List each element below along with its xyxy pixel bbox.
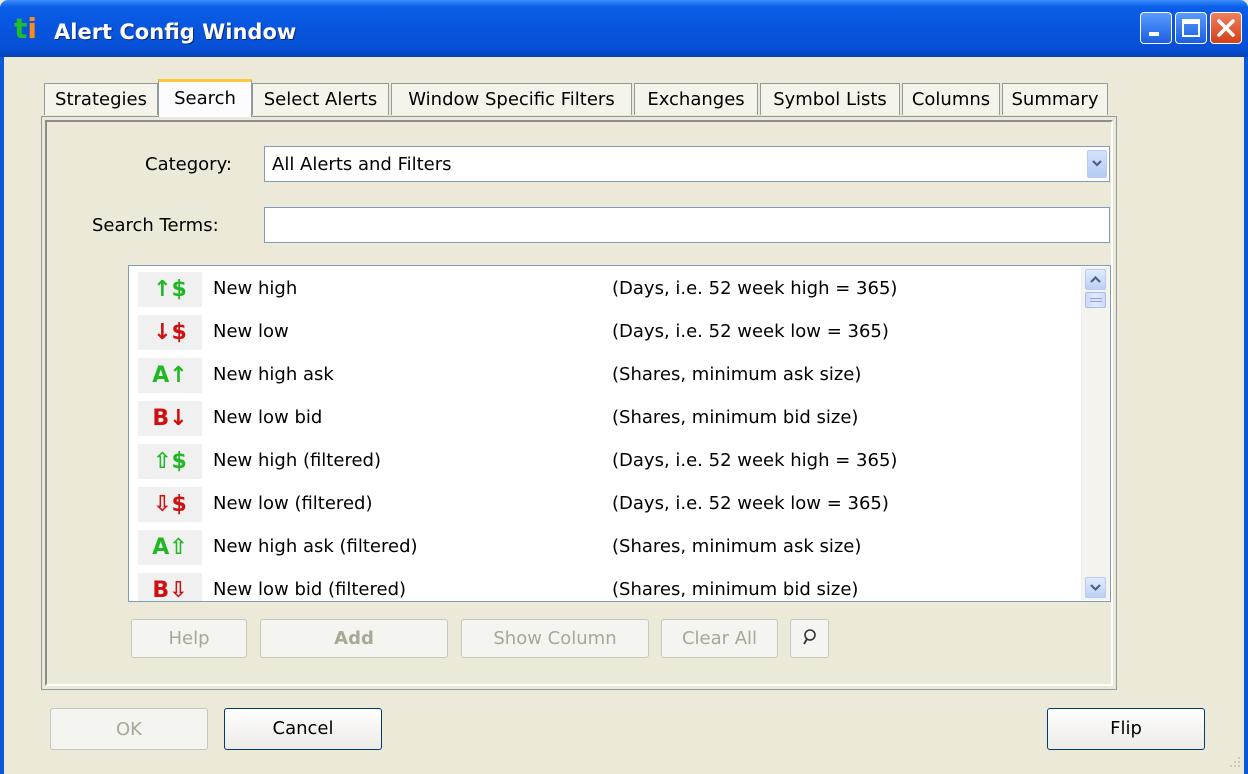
chevron-down-icon [1090,584,1101,592]
new-low-bid-filtered-icon: B⇩ [152,578,188,602]
scroll-up-button[interactable] [1085,269,1106,290]
maximize-icon [1182,19,1200,37]
alert-name: New low bid (filtered) [213,579,407,600]
new-low-icon: ↓$ [153,320,187,345]
alert-description: (Shares, minimum bid size) [612,407,859,428]
alert-description: (Shares, minimum bid size) [612,579,859,600]
alert-name: New high ask (filtered) [213,536,418,557]
alert-description: (Shares, minimum ask size) [612,364,862,385]
clear-all-button[interactable]: Clear All [661,619,778,658]
search-button[interactable] [790,619,829,658]
tab-symbol-lists[interactable]: Symbol Lists [760,83,900,115]
category-value: All Alerts and Filters [272,154,452,175]
close-icon [1217,19,1235,37]
alert-list[interactable]: ↑$ New high (Days, i.e. 52 week high = 3… [128,265,1111,602]
new-high-filtered-icon: ⇧$ [153,449,187,474]
alert-description: (Days, i.e. 52 week high = 365) [612,450,898,471]
list-item[interactable]: A⇧ New high ask (filtered) (Shares, mini… [129,526,1079,569]
new-high-ask-filtered-icon: A⇧ [152,535,188,560]
alert-name: New low [213,321,289,342]
list-item[interactable]: ⇧$ New high (filtered) (Days, i.e. 52 we… [129,440,1079,483]
minimize-icon [1149,32,1159,36]
alert-name: New high [213,278,298,299]
alert-icon: A↑ [138,358,202,393]
tab-select-alerts[interactable]: Select Alerts [252,83,389,115]
alert-config-window: ti Alert Config Window Strategies Search… [0,0,1248,774]
tab-exchanges[interactable]: Exchanges [634,83,758,115]
list-item[interactable]: ↓$ New low (Days, i.e. 52 week low = 365… [129,311,1079,354]
alert-description: (Days, i.e. 52 week low = 365) [612,493,889,514]
ok-button[interactable]: OK [50,708,208,750]
search-terms-label: Search Terms: [92,215,219,236]
alert-name: New high ask [213,364,334,385]
alert-icon: ⇧$ [138,444,202,479]
alert-name: New low (filtered) [213,493,373,514]
alert-description: (Days, i.e. 52 week low = 365) [612,321,889,342]
scroll-thumb[interactable] [1085,292,1106,308]
minimize-button[interactable] [1140,12,1172,44]
tab-search[interactable]: Search [158,79,252,117]
list-item[interactable]: A↑ New high ask (Shares, minimum ask siz… [129,354,1079,397]
window-title: Alert Config Window [54,20,297,44]
alert-icon: ↓$ [138,315,202,350]
search-terms-input[interactable] [264,207,1110,243]
flip-button[interactable]: Flip [1047,708,1205,750]
alert-name: New high (filtered) [213,450,381,471]
new-low-bid-icon: B↓ [152,406,188,431]
alert-icon: B⇩ [138,573,202,602]
window-frame-left [0,57,4,774]
cancel-button[interactable]: Cancel [224,708,382,750]
category-label: Category: [145,154,232,175]
alert-icon: ↑$ [138,272,202,307]
chevron-up-icon [1090,275,1101,283]
scroll-down-button[interactable] [1085,577,1106,598]
new-high-ask-icon: A↑ [152,363,188,388]
maximize-button[interactable] [1175,12,1207,44]
resize-grip-icon[interactable] [1226,754,1242,770]
tab-columns[interactable]: Columns [902,83,1000,115]
add-button[interactable]: Add [260,619,448,658]
alert-icon: ⇩$ [138,487,202,522]
show-column-button[interactable]: Show Column [461,619,649,658]
close-button[interactable] [1210,12,1242,44]
new-high-icon: ↑$ [153,277,187,302]
chevron-down-icon [1092,160,1102,167]
alert-icon: A⇧ [138,530,202,565]
list-item[interactable]: B↓ New low bid (Shares, minimum bid size… [129,397,1079,440]
list-item[interactable]: B⇩ New low bid (filtered) (Shares, minim… [129,569,1079,602]
title-bar[interactable]: ti Alert Config Window [0,0,1248,57]
window-frame-right [1244,57,1248,774]
dropdown-button[interactable] [1087,150,1107,178]
tab-window-specific-filters[interactable]: Window Specific Filters [391,83,632,115]
list-item[interactable]: ↑$ New high (Days, i.e. 52 week high = 3… [129,268,1079,311]
alert-name: New low bid [213,407,323,428]
category-select[interactable]: All Alerts and Filters [264,146,1110,182]
app-logo: ti [14,12,37,45]
alert-description: (Days, i.e. 52 week high = 365) [612,278,898,299]
tab-summary[interactable]: Summary [1002,83,1108,115]
tab-strategies[interactable]: Strategies [44,83,158,115]
alert-description: (Shares, minimum ask size) [612,536,862,557]
search-icon [803,629,816,645]
vertical-scrollbar[interactable] [1081,267,1110,600]
list-item[interactable]: ⇩$ New low (filtered) (Days, i.e. 52 wee… [129,483,1079,526]
alert-icon: B↓ [138,401,202,436]
new-low-filtered-icon: ⇩$ [153,492,187,517]
help-button[interactable]: Help [131,619,247,658]
